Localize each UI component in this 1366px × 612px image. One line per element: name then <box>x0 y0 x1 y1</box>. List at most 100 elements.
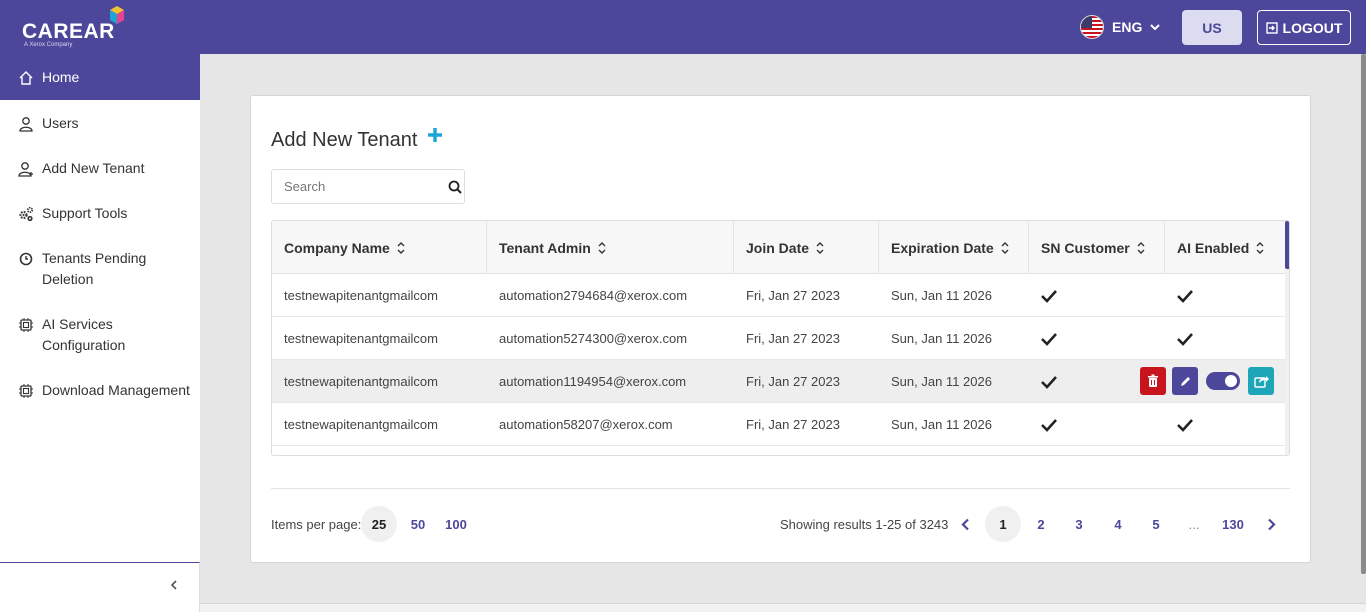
items-per-page-label: Items per page: <box>271 517 362 532</box>
top-bar: CAREAR A Xerox Company ENG US LOGOUT <box>0 0 1366 54</box>
per-page-option-50[interactable]: 50 <box>400 506 436 542</box>
region-button[interactable]: US <box>1182 10 1242 45</box>
tenant-admin-cell: automation2794684@xerox.com <box>499 288 688 303</box>
table-row[interactable]: testnewapitenantgmailcom automation27946… <box>272 274 1285 317</box>
checkmark-icon <box>1041 418 1057 432</box>
search-input[interactable] <box>272 170 442 203</box>
delete-button[interactable] <box>1140 367 1166 395</box>
column-label: Company Name <box>284 239 390 256</box>
prev-page-button[interactable] <box>947 506 983 542</box>
tenant-admin-cell: automation58207@xerox.com <box>499 417 673 432</box>
sn-customer-cell <box>1029 403 1057 446</box>
tenant-admin-cell: automation1194954@xerox.com <box>499 374 687 389</box>
pencil-icon <box>1180 376 1190 386</box>
column-header-sn-customer[interactable]: SN Customer <box>1029 221 1165 274</box>
enable-toggle[interactable] <box>1206 372 1240 390</box>
language-selector[interactable]: ENG <box>1080 14 1161 40</box>
column-header-expiration-date[interactable]: Expiration Date <box>879 221 1029 274</box>
next-page-button[interactable] <box>1253 506 1289 542</box>
page-button-3[interactable]: 3 <box>1061 506 1097 542</box>
table-header: Company Name Tenant Admin Join Date Expi… <box>272 221 1285 274</box>
sidebar-item-label: Support Tools <box>42 205 128 221</box>
add-tenant-plus-icon[interactable] <box>426 126 444 144</box>
page-button-1[interactable]: 1 <box>985 506 1021 542</box>
logout-button[interactable]: LOGOUT <box>1257 10 1351 45</box>
sidebar-item-label: AI Services Configuration <box>42 316 126 353</box>
column-header-ai-enabled[interactable]: AI Enabled <box>1165 221 1285 274</box>
join-date-cell: Fri, Jan 27 2023 <box>746 288 840 303</box>
checkmark-icon <box>1177 289 1193 303</box>
expiration-date-cell: Sun, Jan 11 2026 <box>891 417 992 432</box>
footer-strip <box>200 603 1366 612</box>
column-header-tenant-admin[interactable]: Tenant Admin <box>487 221 734 274</box>
sidebar-item-label: Add New Tenant <box>42 160 145 176</box>
sort-icon <box>1001 241 1009 254</box>
sidebar-item-support-tools[interactable]: Support Tools <box>0 205 200 224</box>
page-ellipsis: ... <box>1188 516 1200 532</box>
company-name-cell: testnewapitenantgmailcom <box>284 331 438 346</box>
logout-label: LOGOUT <box>1282 19 1343 36</box>
page-button-2[interactable]: 2 <box>1023 506 1059 542</box>
sort-icon <box>816 241 824 254</box>
table-scrollbar-thumb[interactable] <box>1285 221 1289 269</box>
checkmark-icon <box>1177 418 1193 432</box>
join-date-cell: Fri, Jan 27 2023 <box>746 331 840 346</box>
search-box <box>271 169 465 204</box>
sidebar-item-ai-services-configuration[interactable]: AI Services Configuration <box>0 316 200 356</box>
table-row[interactable]: testnewapitenantgmailcom automation11949… <box>272 360 1285 403</box>
chevron-right-icon <box>1267 518 1276 530</box>
sort-icon <box>598 241 606 254</box>
column-header-company-name[interactable]: Company Name <box>272 221 487 274</box>
ai-enabled-cell <box>1165 317 1193 360</box>
sn-customer-cell <box>1029 274 1057 317</box>
row-actions <box>1140 366 1274 396</box>
column-header-join-date[interactable]: Join Date <box>734 221 879 274</box>
results-summary: Showing results 1-25 of 3243 <box>780 517 949 532</box>
tenant-card: Add New Tenant Company Name Tenant Admin… <box>250 95 1311 563</box>
cube-logo-icon <box>110 6 124 24</box>
sidebar-footer <box>0 562 200 612</box>
company-name-cell: testnewapitenantgmailcom <box>284 417 438 432</box>
logo-tagline: A Xerox Company <box>24 42 73 48</box>
chevron-down-icon <box>1150 23 1161 30</box>
page-button-5[interactable]: 5 <box>1138 506 1174 542</box>
column-label: Tenant Admin <box>499 239 591 256</box>
sort-icon <box>1137 241 1145 254</box>
join-date-cell: Fri, Jan 27 2023 <box>746 417 840 432</box>
toggle-knob <box>1225 375 1237 387</box>
company-name-cell: testnewapitenantgmailcom <box>284 374 438 389</box>
sidebar-item-tenants-pending-deletion[interactable]: Tenants Pending Deletion <box>0 250 200 290</box>
per-page-option-100[interactable]: 100 <box>438 506 474 542</box>
edit-button[interactable] <box>1172 367 1198 395</box>
table-row[interactable]: testnewapitenantgmailcom automation58207… <box>272 403 1285 446</box>
sidebar-item-users[interactable]: Users <box>0 115 200 134</box>
page-scrollbar[interactable] <box>1361 54 1366 574</box>
sidebar-item-home[interactable]: Home <box>0 54 200 100</box>
sidebar-item-download-management[interactable]: Download Management <box>0 382 200 401</box>
page-button-4[interactable]: 4 <box>1100 506 1136 542</box>
sort-icon <box>397 241 405 254</box>
sn-customer-cell <box>1029 360 1057 403</box>
ai-enabled-cell <box>1165 274 1193 317</box>
collapse-sidebar-icon[interactable] <box>170 579 178 591</box>
table-row[interactable]: testnewapitenantgmailcom automation52743… <box>272 317 1285 360</box>
page-button-last[interactable]: 130 <box>1215 506 1251 542</box>
divider <box>271 488 1290 489</box>
per-page-option-25[interactable]: 25 <box>361 506 397 542</box>
clock-icon <box>19 252 33 266</box>
tenants-table: Company Name Tenant Admin Join Date Expi… <box>271 220 1290 456</box>
chip-icon <box>19 318 33 332</box>
chevron-left-icon <box>960 518 969 530</box>
checkmark-icon <box>1041 375 1057 389</box>
sidebar-item-label: Home <box>42 68 80 85</box>
carear-logo[interactable]: CAREAR A Xerox Company <box>22 6 132 52</box>
share-button[interactable] <box>1248 367 1274 395</box>
join-date-cell: Fri, Jan 27 2023 <box>746 374 840 389</box>
pagination-bar: Items per page: 25 50 100 Showing result… <box>271 506 1290 542</box>
sidebar-item-add-new-tenant[interactable]: Add New Tenant <box>0 160 200 179</box>
logout-icon <box>1265 21 1278 34</box>
search-icon[interactable] <box>448 180 462 194</box>
checkmark-icon <box>1041 332 1057 346</box>
sn-customer-cell <box>1029 317 1057 360</box>
sidebar-item-label: Users <box>42 115 79 131</box>
